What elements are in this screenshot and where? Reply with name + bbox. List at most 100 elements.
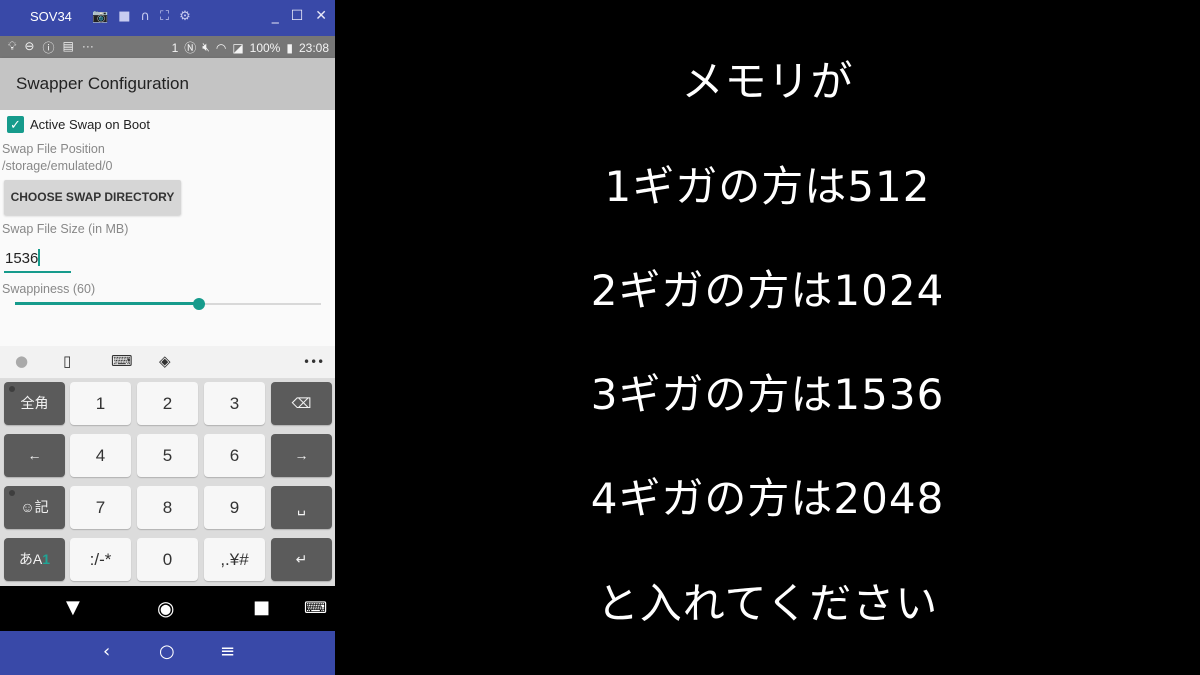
camera-icon[interactable]: 📷 xyxy=(92,9,108,24)
microphone-icon[interactable]: ● xyxy=(15,352,28,370)
symbol-key[interactable]: ,.¥# xyxy=(204,538,265,581)
recents-square-icon[interactable]: ■ xyxy=(253,597,270,618)
cursor-left-key[interactable]: ← xyxy=(4,434,65,477)
swap-file-position-value: /storage/emulated/0 xyxy=(2,159,113,173)
key-label: ⌫ xyxy=(291,395,312,411)
key-label: 5 xyxy=(162,446,173,465)
info-icon: ⓘ xyxy=(42,41,55,55)
input-mode-key[interactable]: あA1 xyxy=(4,538,65,581)
key-label: 6 xyxy=(229,446,240,465)
punctuation-key[interactable]: :/-* xyxy=(70,538,131,581)
backspace-key[interactable]: ⌫ xyxy=(271,382,332,425)
settings-content: ✓ Active Swap on Boot Swap File Position… xyxy=(0,110,335,346)
key-label: 2 xyxy=(162,394,173,413)
swap-file-size-value: 1536 xyxy=(5,250,39,267)
key-1[interactable]: 1 xyxy=(70,382,131,425)
key-label: 4 xyxy=(95,446,106,465)
key-label: 0 xyxy=(162,550,173,569)
minimize-button[interactable]: _ xyxy=(272,8,279,24)
close-button[interactable]: ✕ xyxy=(315,8,327,24)
key-label: 1 xyxy=(95,394,106,413)
active-swap-checkbox[interactable]: ✓ xyxy=(7,116,24,133)
home-icon[interactable]: ○ xyxy=(159,641,175,662)
beginner-mark-icon[interactable]: ◈ xyxy=(159,352,171,370)
gallery-icon: ▤ xyxy=(62,39,74,53)
enter-key[interactable]: ↵ xyxy=(271,538,332,581)
swap-file-position-label: Swap File Position xyxy=(2,142,105,156)
video-icon[interactable]: ■ xyxy=(118,9,130,24)
clock: 23:08 xyxy=(298,40,329,55)
device-navigation-bar: ▼ ◉ ■ ⌨ xyxy=(0,586,335,631)
zenkaku-key[interactable]: 全角 xyxy=(4,382,65,425)
active-swap-label: Active Swap on Boot xyxy=(30,117,150,132)
more-notifications-icon: ··· xyxy=(81,39,94,53)
swappiness-label: Swappiness (60) xyxy=(2,282,96,296)
key-9[interactable]: 9 xyxy=(204,486,265,529)
fullscreen-icon[interactable]: ⛶ xyxy=(160,9,169,24)
maximize-button[interactable]: ☐ xyxy=(291,8,304,24)
emulator-title-bar: SOV34 📷 ■ ∩ ⛶ ⚙ _ ☐ ✕ xyxy=(0,0,335,36)
key-7[interactable]: 7 xyxy=(70,486,131,529)
no-sim-icon: ◪ xyxy=(232,40,244,55)
key-6[interactable]: 6 xyxy=(204,434,265,477)
key-label: 8 xyxy=(162,498,173,517)
emoji-symbol-key[interactable]: ☺記 xyxy=(4,486,65,529)
key-label: 3 xyxy=(229,394,240,413)
keyboard-layout-icon[interactable]: ⌨ xyxy=(111,352,133,370)
slider-fill xyxy=(15,302,199,305)
key-4[interactable]: 4 xyxy=(70,434,131,477)
key-2[interactable]: 2 xyxy=(137,382,198,425)
window-controls: _ ☐ ✕ xyxy=(272,8,327,24)
key-label: 7 xyxy=(95,498,106,517)
key-label: ␣ xyxy=(297,499,306,515)
instruction-line: メモリが xyxy=(681,57,854,106)
instruction-panel: メモリが 1ギガの方は512 2ギガの方は1024 3ギガの方は1536 4ギガ… xyxy=(335,0,1200,675)
space-key[interactable]: ␣ xyxy=(271,486,332,529)
key-label: ☺記 xyxy=(20,499,49,515)
key-5[interactable]: 5 xyxy=(137,434,198,477)
keyboard-switch-icon[interactable]: ⌨ xyxy=(304,598,327,617)
choose-swap-directory-button[interactable]: CHOOSE SWAP DIRECTORY xyxy=(4,180,181,215)
nfc-icon: Ⓝ xyxy=(184,41,197,55)
key-label: あA1 xyxy=(18,551,51,567)
key-label: :/-* xyxy=(89,550,112,569)
key-label: 全角 xyxy=(20,395,49,411)
active-swap-on-boot-row[interactable]: ✓ Active Swap on Boot xyxy=(7,116,150,133)
instruction-line: 3ギガの方は1536 xyxy=(590,370,945,419)
instruction-line: 2ギガの方は1024 xyxy=(590,266,945,315)
phone-screen: SOV34 📷 ■ ∩ ⛶ ⚙ _ ☐ ✕ 💡︎ ⊖ ⓘ ▤ ··· 1 Ⓝ 🔇… xyxy=(0,0,335,675)
emulator-title: SOV34 xyxy=(30,9,72,24)
key-label: ← xyxy=(27,447,42,463)
mute-icon: 🔇︎ xyxy=(202,40,210,54)
app-bar: Swapper Configuration xyxy=(0,58,335,110)
swappiness-slider[interactable] xyxy=(15,298,321,310)
app-title: Swapper Configuration xyxy=(16,74,189,93)
back-triangle-icon[interactable]: ▼ xyxy=(66,597,80,618)
key-label: ,.¥# xyxy=(220,550,249,569)
back-icon[interactable]: ‹ xyxy=(103,641,110,662)
key-0[interactable]: 0 xyxy=(137,538,198,581)
instruction-line: 4ギガの方は2048 xyxy=(590,474,945,523)
home-circle-icon[interactable]: ◉ xyxy=(157,596,174,620)
instruction-line: と入れてください xyxy=(596,579,939,628)
swap-file-size-label: Swap File Size (in MB) xyxy=(2,222,129,236)
key-label: 9 xyxy=(229,498,240,517)
menu-icon[interactable]: ≡ xyxy=(220,641,235,662)
slider-thumb[interactable] xyxy=(192,298,205,310)
do-not-disturb-icon: ⊖ xyxy=(24,39,35,53)
text-caret xyxy=(38,249,41,266)
key-3[interactable]: 3 xyxy=(204,382,265,425)
cursor-right-key[interactable]: → xyxy=(271,434,332,477)
one-handed-mode-icon[interactable]: ▯ xyxy=(63,352,71,370)
more-options-icon[interactable]: ••• xyxy=(303,355,324,369)
checkmark-icon: ✓ xyxy=(10,117,21,132)
swap-file-size-input[interactable]: 1536 xyxy=(4,247,71,273)
emulator-toolbar: 📷 ■ ∩ ⛶ ⚙ xyxy=(92,9,191,24)
lightbulb-icon: 💡︎ xyxy=(8,39,17,53)
status-bar: 💡︎ ⊖ ⓘ ▤ ··· 1 Ⓝ 🔇︎ ◠ ◪ 100% ▮ 23:08 xyxy=(0,36,335,58)
settings-icon[interactable]: ⚙ xyxy=(179,9,191,24)
battery-percent: 100% xyxy=(249,40,281,55)
headset-icon[interactable]: ∩ xyxy=(140,9,150,24)
key-8[interactable]: 8 xyxy=(137,486,198,529)
active-mode-indicator: 1 xyxy=(42,551,51,567)
